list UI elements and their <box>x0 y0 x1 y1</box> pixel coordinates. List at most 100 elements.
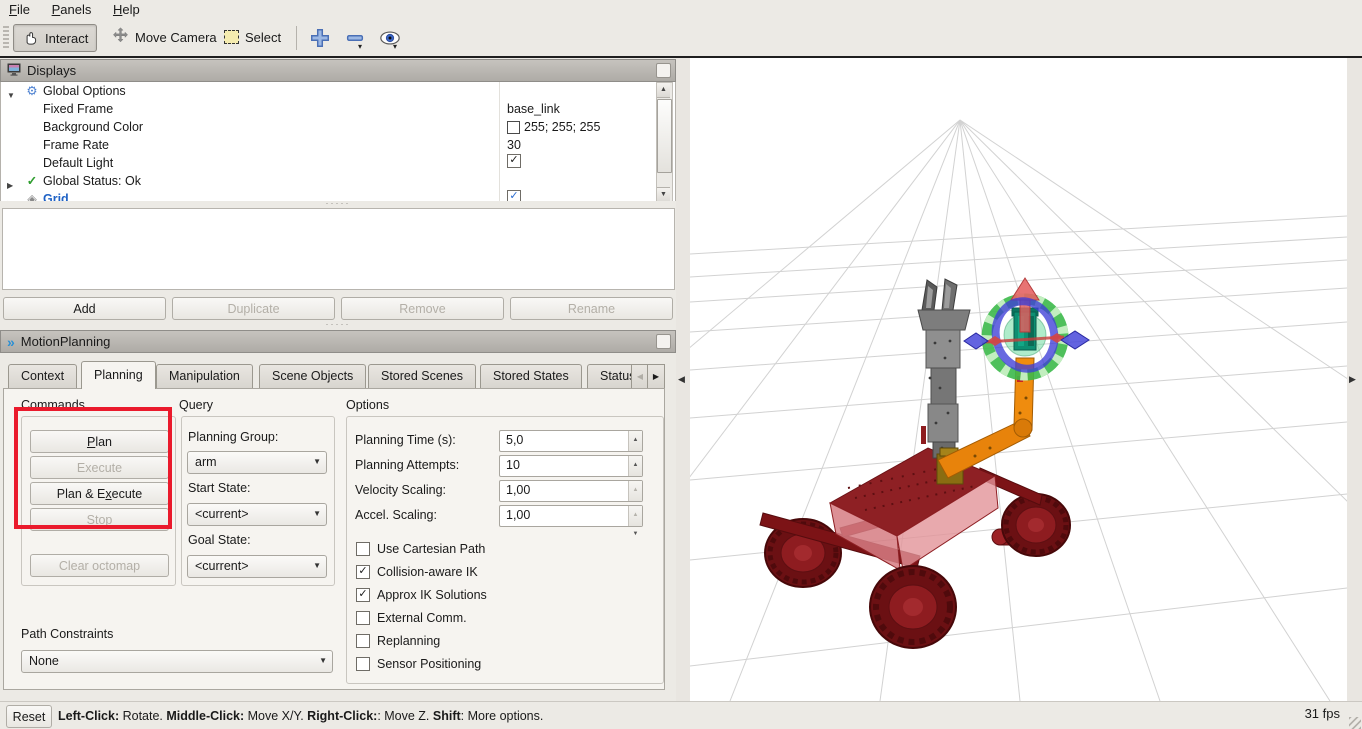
left-panel-collapse-strip[interactable]: ◀ <box>676 58 690 701</box>
execute-button[interactable]: Execute <box>30 456 169 479</box>
planning-time-spinbox[interactable]: 5,0 ▲▼ <box>499 430 643 452</box>
right-panel-collapse-strip[interactable]: ▶ <box>1347 58 1362 701</box>
tree-row-grid[interactable]: ▶ ◈ Grid ✓ <box>1 190 675 201</box>
tab-stored-scenes[interactable]: Stored Scenes <box>368 364 476 388</box>
menu-panels[interactable]: Panels <box>43 0 101 20</box>
zoom-out-dropdown-arrow-icon[interactable]: ▾ <box>358 43 362 51</box>
velocity-scaling-spinbox[interactable]: 1,00 ▲▼ <box>499 480 643 502</box>
collision-aware-ik-checkbox[interactable]: ✓Collision-aware IK <box>356 565 478 579</box>
stop-button[interactable]: Stop <box>30 508 169 531</box>
tree-row-global-status[interactable]: ▶ ✓ Global Status: Ok <box>1 172 675 190</box>
reset-button[interactable]: Reset <box>6 705 52 728</box>
expander-right-icon[interactable]: ▶ <box>7 195 13 201</box>
move-camera-tool-button[interactable]: Move Camera <box>104 24 225 50</box>
duplicate-display-button[interactable]: Duplicate <box>172 297 335 320</box>
panel-splitter[interactable]: ····· <box>0 201 676 208</box>
clear-octomap-button[interactable]: Clear octomap <box>30 554 169 577</box>
velocity-scaling-label: Velocity Scaling: <box>355 483 446 497</box>
tab-scene-objects[interactable]: Scene Objects <box>259 364 366 388</box>
displays-panel-collapse-button[interactable] <box>656 63 671 78</box>
menu-help[interactable]: Help <box>104 0 149 20</box>
motion-planning-icon: » <box>7 335 15 349</box>
select-tool-button[interactable]: Select <box>216 24 289 50</box>
3d-viewport[interactable] <box>690 58 1347 701</box>
add-display-button[interactable]: Add <box>3 297 166 320</box>
default-light-checkbox[interactable]: ✓ <box>507 154 521 168</box>
scrollbar-thumb[interactable] <box>657 99 672 173</box>
planning-time-label: Planning Time (s): <box>355 433 456 447</box>
view-dropdown-arrow-icon[interactable]: ▾ <box>393 43 397 51</box>
background-color-value[interactable]: 255; 255; 255 <box>507 118 600 136</box>
sensor-positioning-checkbox[interactable]: Sensor Positioning <box>356 657 481 671</box>
replanning-checkbox[interactable]: Replanning <box>356 634 440 648</box>
planning-group-combobox[interactable]: arm ▼ <box>187 451 327 474</box>
scroll-down-icon[interactable]: ▼ <box>657 187 670 201</box>
planning-attempts-spinbox[interactable]: 10 ▲▼ <box>499 455 643 477</box>
external-comm-checkbox[interactable]: External Comm. <box>356 611 467 625</box>
tab-context[interactable]: Context <box>8 364 77 388</box>
scroll-up-icon[interactable]: ▲ <box>657 83 670 98</box>
zoom-out-minus-icon[interactable]: ▾ <box>344 27 366 52</box>
resize-grip[interactable] <box>1349 717 1361 729</box>
collapse-left-icon[interactable]: ◀ <box>678 374 685 385</box>
commands-section-label: Commands <box>21 398 85 412</box>
spin-up-icon[interactable]: ▲ <box>633 481 639 500</box>
chevron-down-icon: ▼ <box>313 452 321 472</box>
planning-group-label: Planning Group: <box>188 430 278 444</box>
planning-attempts-label: Planning Attempts: <box>355 458 459 472</box>
tree-row-default-light[interactable]: Default Light ✓ <box>1 154 675 172</box>
display-monitor-icon <box>7 63 21 79</box>
start-state-label: Start State: <box>188 481 251 495</box>
path-constraints-label: Path Constraints <box>21 627 113 641</box>
collapse-right-icon[interactable]: ▶ <box>1349 374 1356 385</box>
options-section-label: Options <box>346 398 389 412</box>
toolbar-drag-handle[interactable] <box>3 26 9 50</box>
color-swatch <box>507 121 520 134</box>
tree-row-global-options[interactable]: ▼ ⚙ Global Options <box>1 82 675 100</box>
tab-manipulation[interactable]: Manipulation <box>156 364 253 388</box>
spin-up-icon[interactable]: ▲ <box>633 506 639 525</box>
goal-state-label: Goal State: <box>188 533 251 547</box>
motion-planning-collapse-button[interactable] <box>656 334 671 349</box>
tree-row-frame-rate[interactable]: Frame Rate 30 <box>1 136 675 154</box>
start-state-combobox[interactable]: <current> ▼ <box>187 503 327 526</box>
path-constraints-combobox[interactable]: None ▼ <box>21 650 333 673</box>
menu-file[interactable]: File <box>0 0 39 20</box>
tree-scrollbar[interactable]: ▲ ▼ <box>656 82 673 201</box>
tree-row-fixed-frame[interactable]: Fixed Frame base_link <box>1 100 675 118</box>
displays-panel-header[interactable]: Displays <box>0 59 676 82</box>
mouse-help-text: Left-Click: Rotate. Middle-Click: Move X… <box>58 702 543 729</box>
frame-rate-value[interactable]: 30 <box>507 136 521 154</box>
interact-tool-button[interactable]: Interact <box>13 24 97 52</box>
panel-splitter[interactable]: ····· <box>0 322 676 329</box>
tab-scroll-right-icon[interactable]: ▶ <box>647 364 665 390</box>
plan-button[interactable]: Plan <box>30 430 169 453</box>
chevron-down-icon: ▼ <box>313 556 321 576</box>
tree-row-background-color[interactable]: Background Color 255; 255; 255 <box>1 118 675 136</box>
spin-up-icon[interactable]: ▲ <box>633 431 639 450</box>
view-eye-icon[interactable]: ▾ <box>379 28 401 51</box>
accel-scaling-spinbox[interactable]: 1,00 ▲▼ <box>499 505 643 527</box>
toolbar: Interact Move Camera Select ▾ ▾ <box>0 20 1362 58</box>
tab-stored-states[interactable]: Stored States <box>480 364 582 388</box>
use-cartesian-path-checkbox[interactable]: Use Cartesian Path <box>356 542 485 556</box>
displays-panel: Displays ▼ ⚙ Global Options Fixed Frame … <box>0 59 676 208</box>
grid-enabled-checkbox[interactable]: ✓ <box>507 190 521 201</box>
plan-and-execute-button[interactable]: Plan & Execute <box>30 482 169 505</box>
motion-planning-panel: » MotionPlanning Context Planning Manipu… <box>0 330 676 353</box>
zoom-in-plus-icon[interactable] <box>309 27 331 52</box>
approx-ik-solutions-checkbox[interactable]: ✓Approx IK Solutions <box>356 588 487 602</box>
tab-planning[interactable]: Planning <box>81 361 156 389</box>
fixed-frame-value[interactable]: base_link <box>507 100 560 118</box>
gear-icon: ⚙ <box>25 82 39 100</box>
rename-display-button[interactable]: Rename <box>510 297 673 320</box>
goal-state-combobox[interactable]: <current> ▼ <box>187 555 327 578</box>
tab-status[interactable]: Status <box>587 364 635 388</box>
select-box-icon <box>224 30 239 44</box>
motion-planning-header[interactable]: » MotionPlanning <box>0 330 676 353</box>
spin-down-icon[interactable]: ▼ <box>633 525 639 544</box>
status-ok-check-icon: ✓ <box>25 172 39 190</box>
spin-up-icon[interactable]: ▲ <box>633 456 639 475</box>
remove-display-button[interactable]: Remove <box>341 297 504 320</box>
status-bar: Reset Left-Click: Rotate. Middle-Click: … <box>0 701 1362 729</box>
